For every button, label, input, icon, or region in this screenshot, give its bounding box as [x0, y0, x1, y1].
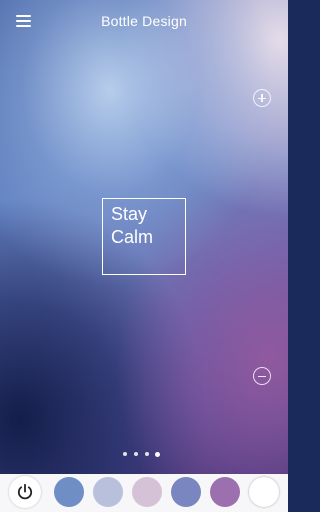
page-indicator — [123, 451, 163, 458]
page-dot[interactable] — [134, 452, 138, 456]
page-title: Bottle Design — [101, 13, 187, 29]
bottle-label-text-box[interactable]: Stay Calm — [102, 198, 186, 275]
page-dot[interactable] — [145, 452, 149, 456]
zoom-in-button[interactable] — [253, 89, 271, 107]
label-line-1: Stay — [111, 204, 148, 224]
color-swatch[interactable] — [132, 477, 162, 507]
color-swatch[interactable] — [54, 477, 84, 507]
page-dot-active[interactable] — [155, 451, 160, 457]
power-icon — [17, 483, 33, 500]
top-bar: Bottle Design — [0, 0, 288, 44]
color-swatch[interactable] — [210, 477, 240, 507]
minus-circle-icon — [258, 375, 266, 377]
color-swatch[interactable] — [249, 477, 279, 507]
page-dot[interactable] — [123, 452, 127, 456]
color-swatch[interactable] — [171, 477, 201, 507]
label-line-2: Calm — [111, 227, 154, 247]
power-button[interactable] — [9, 476, 41, 508]
zoom-out-button[interactable] — [253, 367, 271, 385]
color-swatch[interactable] — [93, 477, 123, 507]
